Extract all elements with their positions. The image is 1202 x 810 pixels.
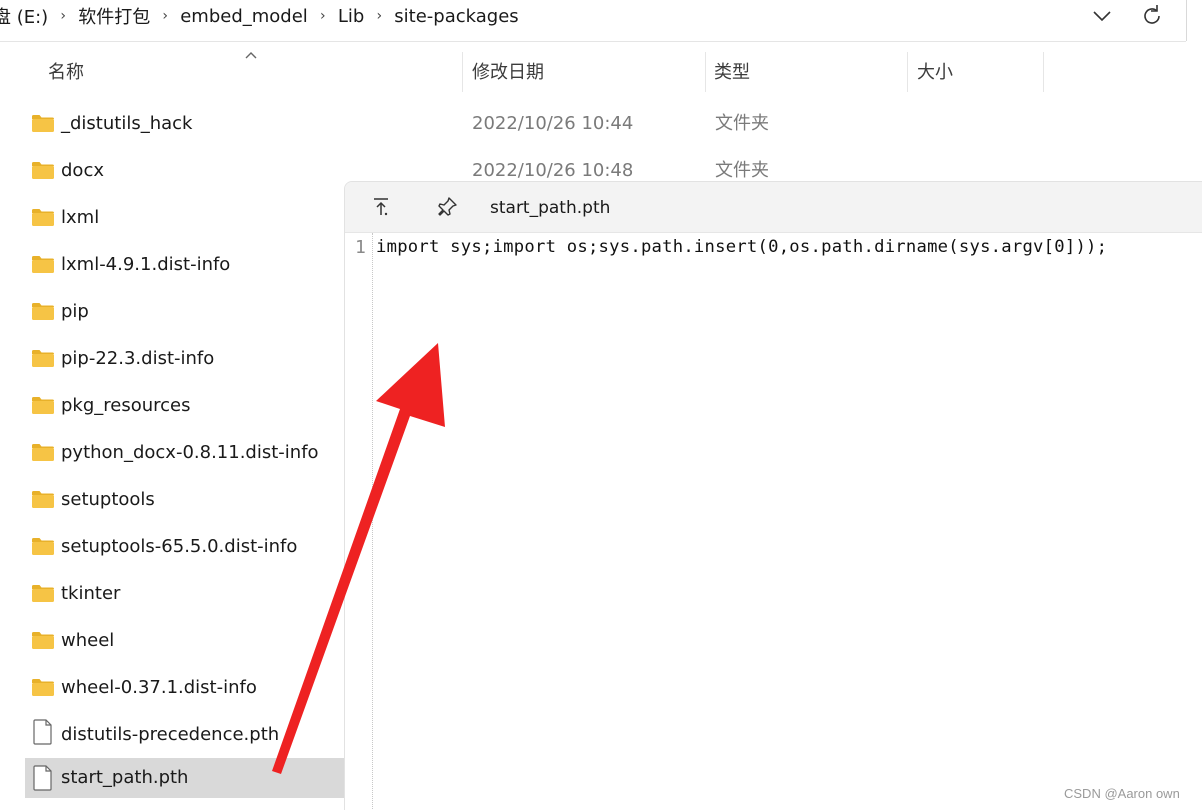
file-name: pkg_resources (61, 395, 191, 416)
preview-pane: start_path.pth 1 import sys;import os;sy… (344, 181, 1202, 810)
breadcrumb-item-site-packages[interactable]: site-packages (388, 6, 524, 27)
column-divider[interactable] (705, 52, 706, 92)
breadcrumb-separator[interactable]: › (370, 8, 388, 24)
breadcrumb-item-embed-model[interactable]: embed_model (174, 6, 314, 27)
column-header: 名称 修改日期 类型 大小 (0, 52, 1202, 92)
file-icon (33, 765, 53, 791)
file-name: wheel-0.37.1.dist-info (61, 677, 257, 698)
file-name: distutils-precedence.pth (61, 724, 280, 745)
refresh-icon[interactable] (1138, 2, 1166, 30)
column-header-date[interactable]: 修改日期 (472, 52, 544, 92)
breadcrumb-separator[interactable]: › (156, 8, 174, 24)
preview-editor[interactable]: 1 import sys;import os;sys.path.insert(0… (345, 233, 1202, 810)
breadcrumb-item-lib[interactable]: Lib (332, 6, 370, 27)
folder-icon (31, 301, 55, 321)
folder-icon (31, 395, 55, 415)
folder-icon (31, 348, 55, 368)
file-name: setuptools (61, 489, 155, 510)
breadcrumb-item-drive[interactable]: 盘 (E:) (0, 3, 54, 29)
column-header-name[interactable]: 名称 (48, 52, 84, 92)
folder-icon (31, 630, 55, 650)
open-external-icon[interactable] (369, 195, 393, 219)
file-name: start_path.pth (61, 767, 189, 788)
code-line: import sys;import os;sys.path.insert(0,o… (376, 237, 1108, 257)
file-name: docx (61, 160, 104, 181)
folder-icon (31, 489, 55, 509)
column-divider[interactable] (1043, 52, 1044, 92)
file-name: pip (61, 301, 89, 322)
pin-icon[interactable] (435, 195, 459, 219)
column-divider[interactable] (907, 52, 908, 92)
file-explorer-window: 盘 (E:) › 软件打包 › embed_model › Lib › site… (0, 0, 1202, 810)
folder-icon (31, 677, 55, 697)
folder-icon (31, 207, 55, 227)
folder-icon (31, 160, 55, 180)
gutter-separator (372, 233, 373, 810)
file-name: lxml (61, 207, 100, 228)
file-name: pip-22.3.dist-info (61, 348, 215, 369)
column-header-type[interactable]: 类型 (714, 52, 750, 92)
folder-icon (31, 583, 55, 603)
folder-icon (31, 254, 55, 274)
folder-icon (31, 442, 55, 462)
folder-icon (31, 113, 55, 133)
watermark: CSDN @Aaron own (1064, 786, 1180, 801)
preview-toolbar: start_path.pth (345, 182, 1202, 233)
folder-icon (31, 536, 55, 556)
breadcrumb[interactable]: 盘 (E:) › 软件打包 › embed_model › Lib › site… (0, 0, 525, 32)
file-name: _distutils_hack (61, 113, 193, 134)
file-name: tkinter (61, 583, 121, 604)
file-name: wheel (61, 630, 115, 651)
file-date: 2022/10/26 10:44 (472, 113, 634, 134)
file-name: setuptools-65.5.0.dist-info (61, 536, 298, 557)
address-bar-divider (1186, 0, 1187, 41)
breadcrumb-item-software-pack[interactable]: 软件打包 (72, 3, 156, 29)
breadcrumb-separator[interactable]: › (314, 8, 332, 24)
column-divider[interactable] (462, 52, 463, 92)
file-icon (33, 719, 53, 745)
line-number: 1 (355, 237, 366, 258)
address-bar-bottom-border (0, 41, 1186, 42)
file-type: 文件夹 (715, 113, 769, 134)
address-bar: 盘 (E:) › 软件打包 › embed_model › Lib › site… (0, 0, 1202, 41)
column-header-size[interactable]: 大小 (917, 52, 953, 92)
preview-title: start_path.pth (490, 198, 611, 218)
file-name: lxml-4.9.1.dist-info (61, 254, 231, 275)
chevron-down-icon[interactable] (1088, 2, 1116, 30)
breadcrumb-separator[interactable]: › (54, 8, 72, 24)
file-name: python_docx-0.8.11.dist-info (61, 442, 319, 463)
folder-row[interactable]: _distutils_hack 2022/10/26 10:44 文件夹 (0, 100, 1202, 147)
